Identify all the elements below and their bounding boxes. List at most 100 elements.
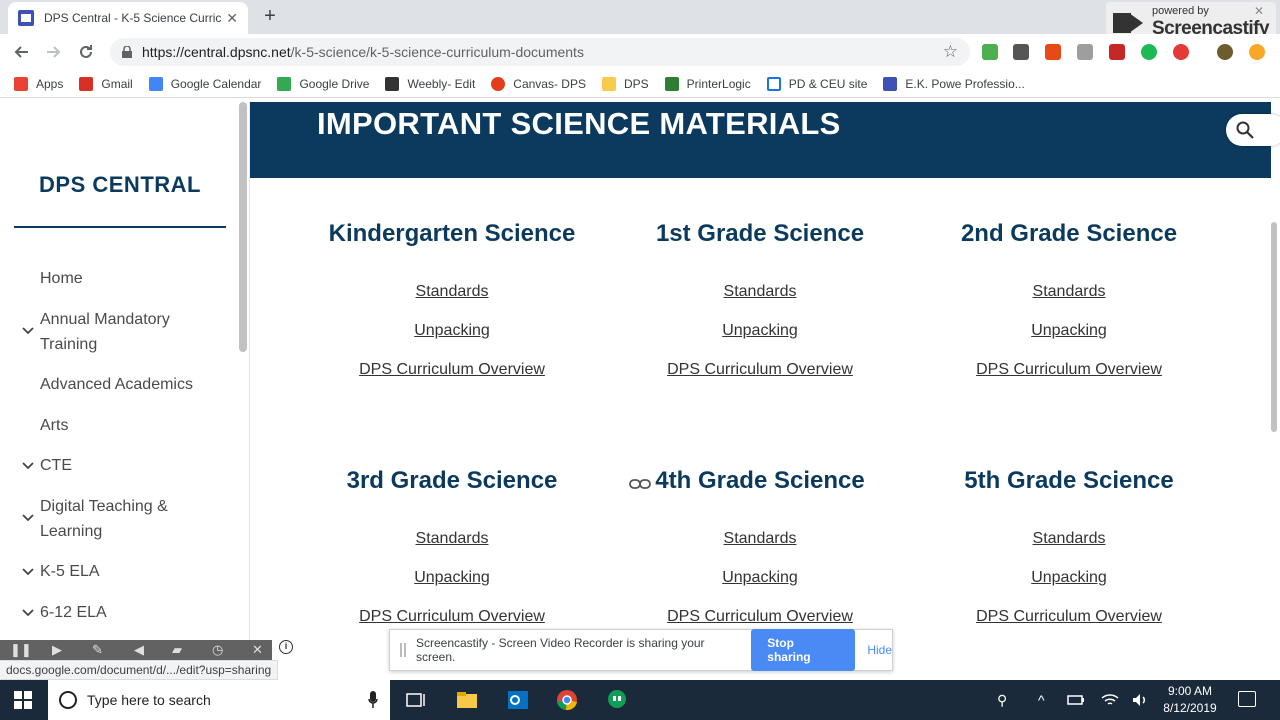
drive-icon [277, 76, 292, 91]
unpacking-link[interactable]: Unpacking [302, 569, 602, 587]
tab-close-icon[interactable]: ✕ [226, 10, 238, 27]
curriculum-overview-link[interactable]: DPS Curriculum Overview [919, 361, 1219, 379]
file-explorer-icon[interactable] [455, 688, 479, 712]
extension-icon[interactable] [982, 44, 998, 60]
info-icon[interactable]: i [279, 640, 293, 654]
watermark-close-icon[interactable]: ✕ [1254, 4, 1264, 18]
reload-button[interactable] [75, 41, 97, 63]
bookmark-label: Gmail [101, 76, 133, 91]
bookmark-ek-powe[interactable]: E.K. Powe Professio... [883, 76, 1025, 91]
chevron-down-icon[interactable] [22, 606, 34, 618]
hide-button[interactable]: Hide [867, 643, 892, 657]
chevron-down-icon[interactable] [22, 565, 34, 577]
standards-link[interactable]: Standards [610, 283, 910, 301]
standards-link[interactable]: Standards [302, 530, 602, 548]
stop-sharing-button[interactable]: Stop sharing [751, 629, 856, 671]
hangouts-icon[interactable] [605, 688, 629, 712]
bookmark-apps[interactable]: Apps [14, 76, 63, 91]
standards-link[interactable]: Standards [919, 530, 1219, 548]
bookmark-canvas[interactable]: Canvas- DPS [491, 76, 586, 91]
wifi-icon[interactable] [1100, 690, 1120, 710]
standards-link[interactable]: Standards [919, 283, 1219, 301]
unpacking-link[interactable]: Unpacking [610, 322, 910, 340]
chevron-down-icon[interactable] [22, 324, 34, 336]
address-bar[interactable]: https://central.dpsnc.net/k-5-science/k-… [110, 38, 970, 66]
sidebar-item-digital-teaching-learning[interactable]: Digital Teaching & Learning [40, 494, 230, 544]
standards-link[interactable]: Standards [610, 530, 910, 548]
sidebar-item-advanced-academics[interactable]: Advanced Academics [40, 372, 230, 397]
windows-start-icon[interactable] [14, 691, 32, 709]
unpacking-link[interactable]: Unpacking [919, 569, 1219, 587]
outlook-icon[interactable] [506, 688, 530, 712]
curriculum-overview-link[interactable]: DPS Curriculum Overview [610, 361, 910, 379]
profile-avatar[interactable] [1217, 44, 1233, 60]
unpacking-link[interactable]: Unpacking [610, 569, 910, 587]
pdf-extension-icon[interactable] [1109, 44, 1125, 60]
sidebar-item-home[interactable]: Home [40, 266, 230, 291]
play-icon[interactable]: ▶ [52, 642, 62, 658]
sidebar-item-annual-mandatory-training[interactable]: Annual Mandatory Training [40, 307, 230, 357]
site-favicon-icon [18, 10, 34, 26]
bookmark-pd-ceu[interactable]: PD & CEU site [766, 76, 867, 91]
windows-taskbar: Type here to search ⚲ ^ 9:00 AM 8/12/201… [0, 680, 1280, 720]
bookmark-gmail[interactable]: Gmail [79, 76, 133, 91]
pen-icon[interactable]: ✎ [92, 642, 103, 658]
grade-title: 5th Grade Science [964, 467, 1174, 494]
timer-icon[interactable]: ◷ [212, 642, 223, 658]
bookmark-google-calendar[interactable]: Google Calendar [148, 76, 261, 91]
curriculum-overview-link[interactable]: DPS Curriculum Overview [302, 361, 602, 379]
extension-icon[interactable] [1141, 44, 1157, 60]
site-brand[interactable]: DPS CENTRAL [14, 172, 226, 198]
bookmark-dps-folder[interactable]: DPS [601, 76, 649, 91]
system-clock[interactable]: 9:00 AM 8/12/2019 [1150, 683, 1230, 717]
pause-icon[interactable]: ❚❚ [10, 642, 32, 658]
sidebar-item-6-12-ela[interactable]: 6-12 ELA [40, 600, 230, 625]
grade-title: 4th Grade Science [655, 467, 865, 494]
bookmark-star-icon[interactable]: ☆ [943, 42, 958, 62]
people-icon[interactable]: ⚲ [997, 692, 1007, 709]
taskbar-search-box[interactable]: Type here to search [48, 680, 390, 720]
browser-tab[interactable]: DPS Central - K-5 Science Curric ✕ [8, 2, 248, 34]
search-button[interactable] [1226, 114, 1280, 146]
sidebar-item-arts[interactable]: Arts [40, 413, 230, 438]
show-hidden-icons-chevron-icon[interactable]: ^ [1038, 692, 1045, 708]
apps-grid-icon [14, 76, 28, 91]
record-extension-icon[interactable] [1173, 44, 1189, 60]
unpacking-link[interactable]: Unpacking [919, 322, 1219, 340]
drag-handle-icon[interactable] [400, 643, 406, 657]
grade-title: 1st Grade Science [655, 220, 865, 247]
volume-icon[interactable] [1130, 690, 1150, 710]
pointer-icon[interactable]: ◀ [134, 642, 144, 658]
curriculum-overview-link[interactable]: DPS Curriculum Overview [302, 608, 602, 626]
unpacking-link[interactable]: Unpacking [302, 322, 602, 340]
chevron-down-icon[interactable] [22, 511, 34, 523]
microphone-icon[interactable] [368, 691, 378, 709]
extension-icon[interactable] [1013, 44, 1029, 60]
grade-section-4th: 4th Grade Science Standards Unpacking DP… [610, 467, 910, 626]
back-button[interactable] [10, 41, 32, 63]
update-alert-icon[interactable] [1249, 44, 1265, 60]
sidebar-scrollbar[interactable] [239, 102, 247, 352]
chrome-icon[interactable] [555, 688, 579, 712]
forward-button[interactable] [43, 41, 65, 63]
action-center-icon[interactable] [1238, 691, 1256, 707]
sidebar-item-cte[interactable]: CTE [40, 453, 230, 478]
curriculum-overview-link[interactable]: DPS Curriculum Overview [919, 608, 1219, 626]
task-view-icon[interactable] [404, 688, 428, 712]
chevron-down-icon[interactable] [22, 459, 34, 471]
close-icon[interactable]: ✕ [252, 642, 263, 658]
recorder-control-bar[interactable]: ❚❚ ▶ ✎ ◀ ▰ ◷ ✕ [0, 640, 272, 662]
standards-link[interactable]: Standards [302, 283, 602, 301]
eraser-icon[interactable]: ▰ [172, 642, 182, 658]
camera-extension-icon[interactable] [1077, 44, 1093, 60]
sidebar-item-k5-ela[interactable]: K-5 ELA [40, 559, 230, 584]
bookmark-weebly[interactable]: Weebly- Edit [385, 76, 475, 91]
page-scrollbar[interactable] [1271, 222, 1277, 432]
grade-section-3rd: 3rd Grade Science Standards Unpacking DP… [302, 467, 602, 626]
bookmark-printerlogic[interactable]: PrinterLogic [664, 76, 751, 91]
new-tab-button[interactable]: + [258, 4, 282, 28]
battery-icon[interactable] [1066, 690, 1086, 710]
bookmark-google-drive[interactable]: Google Drive [277, 76, 369, 91]
curriculum-overview-link[interactable]: DPS Curriculum Overview [610, 608, 910, 626]
extension-icon[interactable] [1045, 44, 1061, 60]
